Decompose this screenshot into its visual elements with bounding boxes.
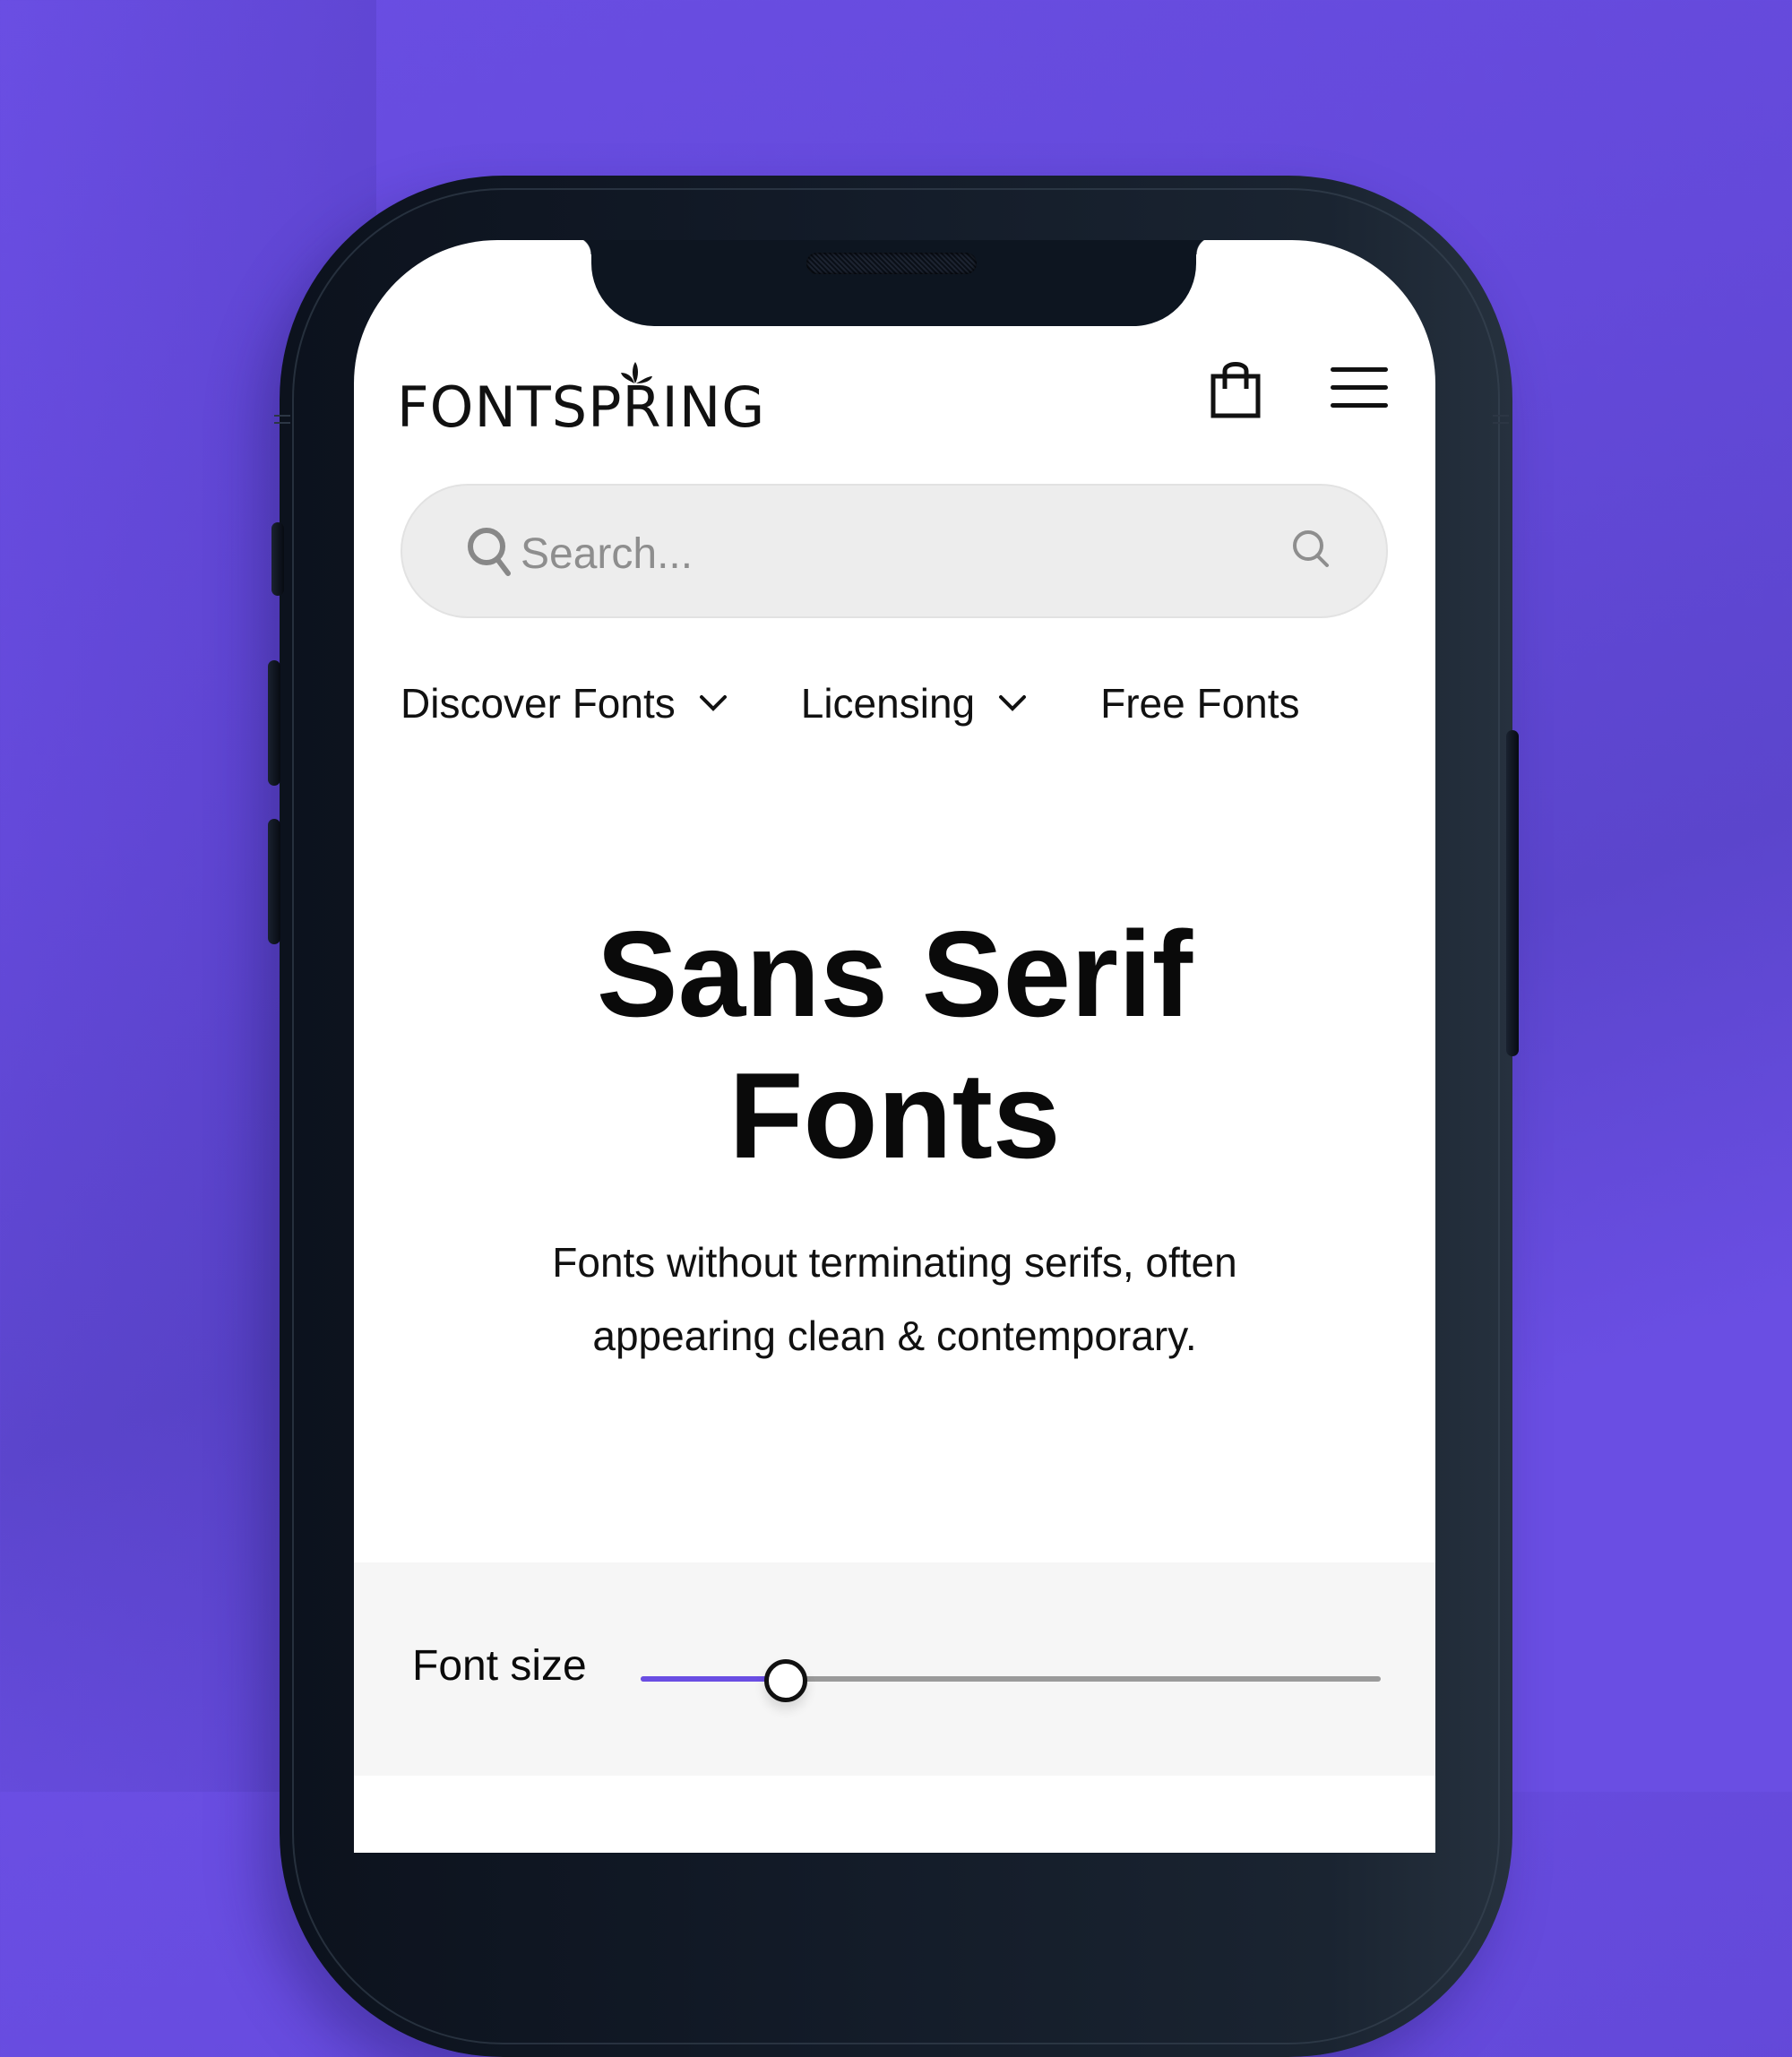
nav-item-label: Licensing bbox=[800, 680, 976, 727]
phone-screen: FONTSPRING Discover Fonts bbox=[354, 240, 1435, 1853]
font-size-slider[interactable] bbox=[641, 1652, 1381, 1706]
antenna-band bbox=[1493, 415, 1509, 424]
main-nav: Discover Fonts Licensing Free Fonts bbox=[401, 679, 1300, 727]
font-size-label: Font size bbox=[412, 1642, 587, 1690]
search-icon bbox=[468, 528, 511, 576]
page-title-line: Fonts bbox=[728, 1047, 1061, 1183]
nav-discover-fonts[interactable]: Discover Fonts bbox=[401, 679, 728, 727]
hamburger-menu-icon bbox=[1331, 385, 1388, 390]
description-line: appearing clean & contemporary. bbox=[592, 1313, 1197, 1359]
shopping-bag-icon bbox=[1210, 362, 1261, 418]
nav-licensing[interactable]: Licensing bbox=[801, 679, 1027, 727]
power-button bbox=[1506, 730, 1519, 1056]
description-line: Fonts without terminating serifs, often bbox=[552, 1239, 1237, 1286]
slider-thumb[interactable] bbox=[763, 1659, 807, 1702]
volume-up-button bbox=[268, 660, 280, 786]
mute-switch bbox=[271, 522, 284, 596]
search-bar[interactable] bbox=[401, 484, 1388, 618]
preview-controls: Font size bbox=[354, 1562, 1435, 1776]
phone-notch bbox=[573, 240, 1214, 326]
page-description: Fonts without terminating serifs, often … bbox=[444, 1226, 1346, 1373]
page-title-line: Sans Serif bbox=[596, 906, 1193, 1042]
hamburger-menu-icon bbox=[1331, 403, 1388, 408]
volume-down-button bbox=[268, 819, 280, 944]
search-input[interactable] bbox=[519, 512, 1239, 595]
chevron-down-icon bbox=[699, 695, 727, 711]
antenna-band bbox=[274, 415, 290, 424]
chevron-down-icon bbox=[999, 695, 1027, 711]
page-title: Sans Serif Fonts bbox=[354, 903, 1435, 1186]
cart-button[interactable] bbox=[1210, 357, 1263, 419]
nav-item-label: Free Fonts bbox=[1100, 680, 1300, 727]
fontspring-logo[interactable]: FONTSPRING bbox=[397, 374, 765, 440]
nav-free-fonts[interactable]: Free Fonts bbox=[1100, 679, 1299, 727]
menu-button[interactable] bbox=[1331, 367, 1388, 409]
logo-sprout-icon bbox=[621, 362, 652, 383]
slider-fill bbox=[641, 1676, 781, 1682]
hamburger-menu-icon bbox=[1331, 367, 1388, 372]
search-submit-icon[interactable] bbox=[1289, 527, 1334, 572]
speaker-grille bbox=[806, 253, 977, 274]
nav-item-label: Discover Fonts bbox=[401, 680, 676, 727]
